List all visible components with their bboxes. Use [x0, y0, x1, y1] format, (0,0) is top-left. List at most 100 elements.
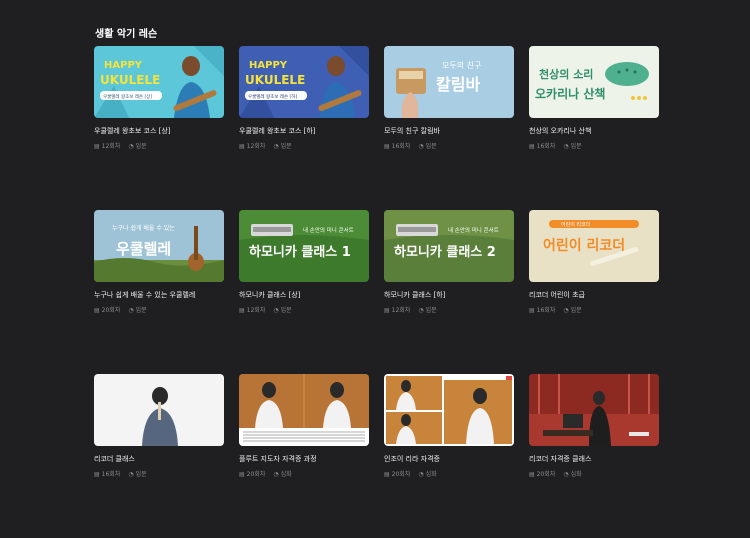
thumb-line1: 천상의 소리 — [539, 67, 593, 81]
gauge-icon: ◔ — [418, 143, 424, 150]
course-card[interactable]: 내 손안의 미니 콘서트 하모니카 클래스 1 하모니카 클래스 [상] ▤ 12… — [239, 210, 369, 374]
lesson-count: ▤ 12회차 — [239, 143, 266, 150]
course-meta: ▤ 20회차 ◔ 심화 — [529, 469, 659, 478]
thumb-line2: UKULELE — [100, 73, 160, 87]
document-icon: ▤ — [384, 471, 390, 478]
course-thumbnail[interactable] — [384, 374, 514, 446]
course-thumbnail[interactable]: 천상의 소리 오카리나 산책 — [529, 46, 659, 118]
course-title[interactable]: 누구나 쉽게 배울 수 있는 우쿨렐레 — [94, 290, 224, 300]
course-level: ◔ 입문 — [128, 143, 147, 150]
lesson-count: ▤ 20회차 — [384, 471, 411, 478]
document-icon: ▤ — [384, 307, 390, 314]
gauge-icon: ◔ — [128, 471, 134, 478]
course-thumbnail[interactable]: HAPPY UKULELE 우쿨렐레 왕초보 레슨 [상] — [94, 46, 224, 118]
document-icon: ▤ — [239, 471, 245, 478]
course-title[interactable]: 인조이 리라 자격증 — [384, 454, 514, 464]
course-level: ◔ 입문 — [563, 143, 582, 150]
course-level: ◔ 입문 — [418, 143, 437, 150]
thumb-line1: 누구나 쉽게 배울 수 있는 — [112, 224, 175, 232]
thumb-badge: 우쿨렐레 왕초보 레슨 [하] — [248, 93, 297, 100]
course-level: ◔ 입문 — [273, 143, 292, 150]
course-card[interactable]: HAPPY UKULELE 우쿨렐레 왕초보 레슨 [상] 우쿨렐레 왕초보 코… — [94, 46, 224, 210]
thumb-badge: 우쿨렐레 왕초보 레슨 [상] — [103, 93, 152, 100]
course-card[interactable]: 인조이 리라 자격증 ▤ 20회차 ◔ 심화 — [384, 374, 514, 538]
thumb-line2: UKULELE — [245, 73, 305, 87]
gauge-icon: ◔ — [273, 471, 279, 478]
course-title[interactable]: 우쿨렐레 왕초보 코스 [상] — [94, 126, 224, 136]
course-thumbnail[interactable]: 내 손안의 미니 콘서트 하모니카 클래스 1 — [239, 210, 369, 282]
course-title[interactable]: 천상의 오카리나 산책 — [529, 126, 659, 136]
document-icon: ▤ — [94, 307, 100, 314]
gauge-icon: ◔ — [128, 307, 134, 314]
course-meta: ▤ 12회차 ◔ 입문 — [94, 141, 224, 150]
lesson-count: ▤ 12회차 — [94, 143, 121, 150]
document-icon: ▤ — [94, 143, 100, 150]
document-icon: ▤ — [94, 471, 100, 478]
course-level: ◔ 입문 — [128, 307, 147, 314]
thumb-line1: 모두의 친구 — [442, 60, 481, 70]
course-level: ◔ 입문 — [563, 307, 582, 314]
course-meta: ▤ 12회차 ◔ 입문 — [239, 305, 369, 314]
course-card[interactable]: 모두의 친구 칼림바 모두의 친구 칼림바 ▤ 16회차 ◔ 입문 — [384, 46, 514, 210]
course-meta: ▤ 16회차 ◔ 입문 — [384, 141, 514, 150]
course-card[interactable]: 누구나 쉽게 배울 수 있는 우쿨렐레 누구나 쉽게 배울 수 있는 우쿨렐레 … — [94, 210, 224, 374]
thumb-line1: HAPPY — [249, 60, 288, 71]
course-meta: ▤ 12회차 ◔ 입문 — [384, 305, 514, 314]
course-thumbnail[interactable]: 누구나 쉽게 배울 수 있는 우쿨렐레 — [94, 210, 224, 282]
course-meta: ▤ 20회차 ◔ 입문 — [94, 305, 224, 314]
gauge-icon: ◔ — [273, 307, 279, 314]
thumb-line1: HAPPY — [104, 60, 143, 71]
course-thumbnail[interactable]: 모두의 친구 칼림바 — [384, 46, 514, 118]
section-title: 생활 악기 레슨 — [95, 29, 158, 40]
gauge-icon: ◔ — [418, 307, 424, 314]
document-icon: ▤ — [384, 143, 390, 150]
course-title[interactable]: 하모니카 클래스 [상] — [239, 290, 369, 300]
document-icon: ▤ — [529, 471, 535, 478]
course-card[interactable]: 어린이 리코더 어린이 리코더 리코더 어린이 초급 ▤ 16회차 ◔ 입문 — [529, 210, 659, 374]
course-title[interactable]: 우쿨렐레 왕초보 코스 [하] — [239, 126, 369, 136]
thumb-line2: 칼림바 — [436, 75, 480, 94]
lesson-count: ▤ 20회차 — [94, 307, 121, 314]
course-meta: ▤ 16회차 ◔ 입문 — [529, 305, 659, 314]
document-icon: ▤ — [239, 143, 245, 150]
course-thumbnail[interactable]: 어린이 리코더 어린이 리코더 — [529, 210, 659, 282]
thumb-line2: 우쿨렐레 — [116, 240, 171, 258]
document-icon: ▤ — [239, 307, 245, 314]
lesson-count: ▤ 16회차 — [529, 307, 556, 314]
thumb-line2: 어린이 리코더 — [543, 237, 625, 254]
course-card[interactable]: 리코더 클래스 ▤ 16회차 ◔ 입문 — [94, 374, 224, 538]
course-card[interactable]: 플루트 지도자 자격증 과정 ▤ 20회차 ◔ 심화 — [239, 374, 369, 538]
gauge-icon: ◔ — [563, 143, 569, 150]
course-thumbnail[interactable] — [239, 374, 369, 446]
course-card[interactable]: 내 손안의 미니 콘서트 하모니카 클래스 2 하모니카 클래스 [하] ▤ 12… — [384, 210, 514, 374]
course-thumbnail[interactable] — [529, 374, 659, 446]
course-card[interactable]: HAPPY UKULELE 우쿨렐레 왕초보 레슨 [하] 우쿨렐레 왕초보 코… — [239, 46, 369, 210]
lesson-count: ▤ 16회차 — [529, 143, 556, 150]
course-card[interactable]: 리코더 자격증 클래스 ▤ 20회차 ◔ 심화 — [529, 374, 659, 538]
course-title[interactable]: 리코더 자격증 클래스 — [529, 454, 659, 464]
course-title[interactable]: 리코더 어린이 초급 — [529, 290, 659, 300]
course-title[interactable]: 플루트 지도자 자격증 과정 — [239, 454, 369, 464]
gauge-icon: ◔ — [418, 471, 424, 478]
course-level: ◔ 심화 — [418, 471, 437, 478]
lesson-count: ▤ 20회차 — [239, 471, 266, 478]
course-meta: ▤ 20회차 ◔ 심화 — [239, 469, 369, 478]
course-title[interactable]: 모두의 친구 칼림바 — [384, 126, 514, 136]
course-title[interactable]: 리코더 클래스 — [94, 454, 224, 464]
lesson-count: ▤ 12회차 — [384, 307, 411, 314]
course-meta: ▤ 16회차 ◔ 입문 — [94, 469, 224, 478]
course-thumbnail[interactable] — [94, 374, 224, 446]
course-thumbnail[interactable]: 내 손안의 미니 콘서트 하모니카 클래스 2 — [384, 210, 514, 282]
thumb-line1: 어린이 리코더 — [561, 221, 590, 228]
gauge-icon: ◔ — [563, 307, 569, 314]
thumb-line2: 하모니카 클래스 2 — [394, 244, 496, 260]
gauge-icon: ◔ — [563, 471, 569, 478]
thumb-line1: 내 손안의 미니 콘서트 — [303, 226, 354, 234]
course-card[interactable]: 천상의 소리 오카리나 산책 천상의 오카리나 산책 ▤ 16회차 ◔ 입문 — [529, 46, 659, 210]
course-meta: ▤ 12회차 ◔ 입문 — [239, 141, 369, 150]
gauge-icon: ◔ — [128, 143, 134, 150]
course-thumbnail[interactable]: HAPPY UKULELE 우쿨렐레 왕초보 레슨 [하] — [239, 46, 369, 118]
course-title[interactable]: 하모니카 클래스 [하] — [384, 290, 514, 300]
thumb-line1: 내 손안의 미니 콘서트 — [448, 226, 499, 234]
course-level: ◔ 심화 — [563, 471, 582, 478]
